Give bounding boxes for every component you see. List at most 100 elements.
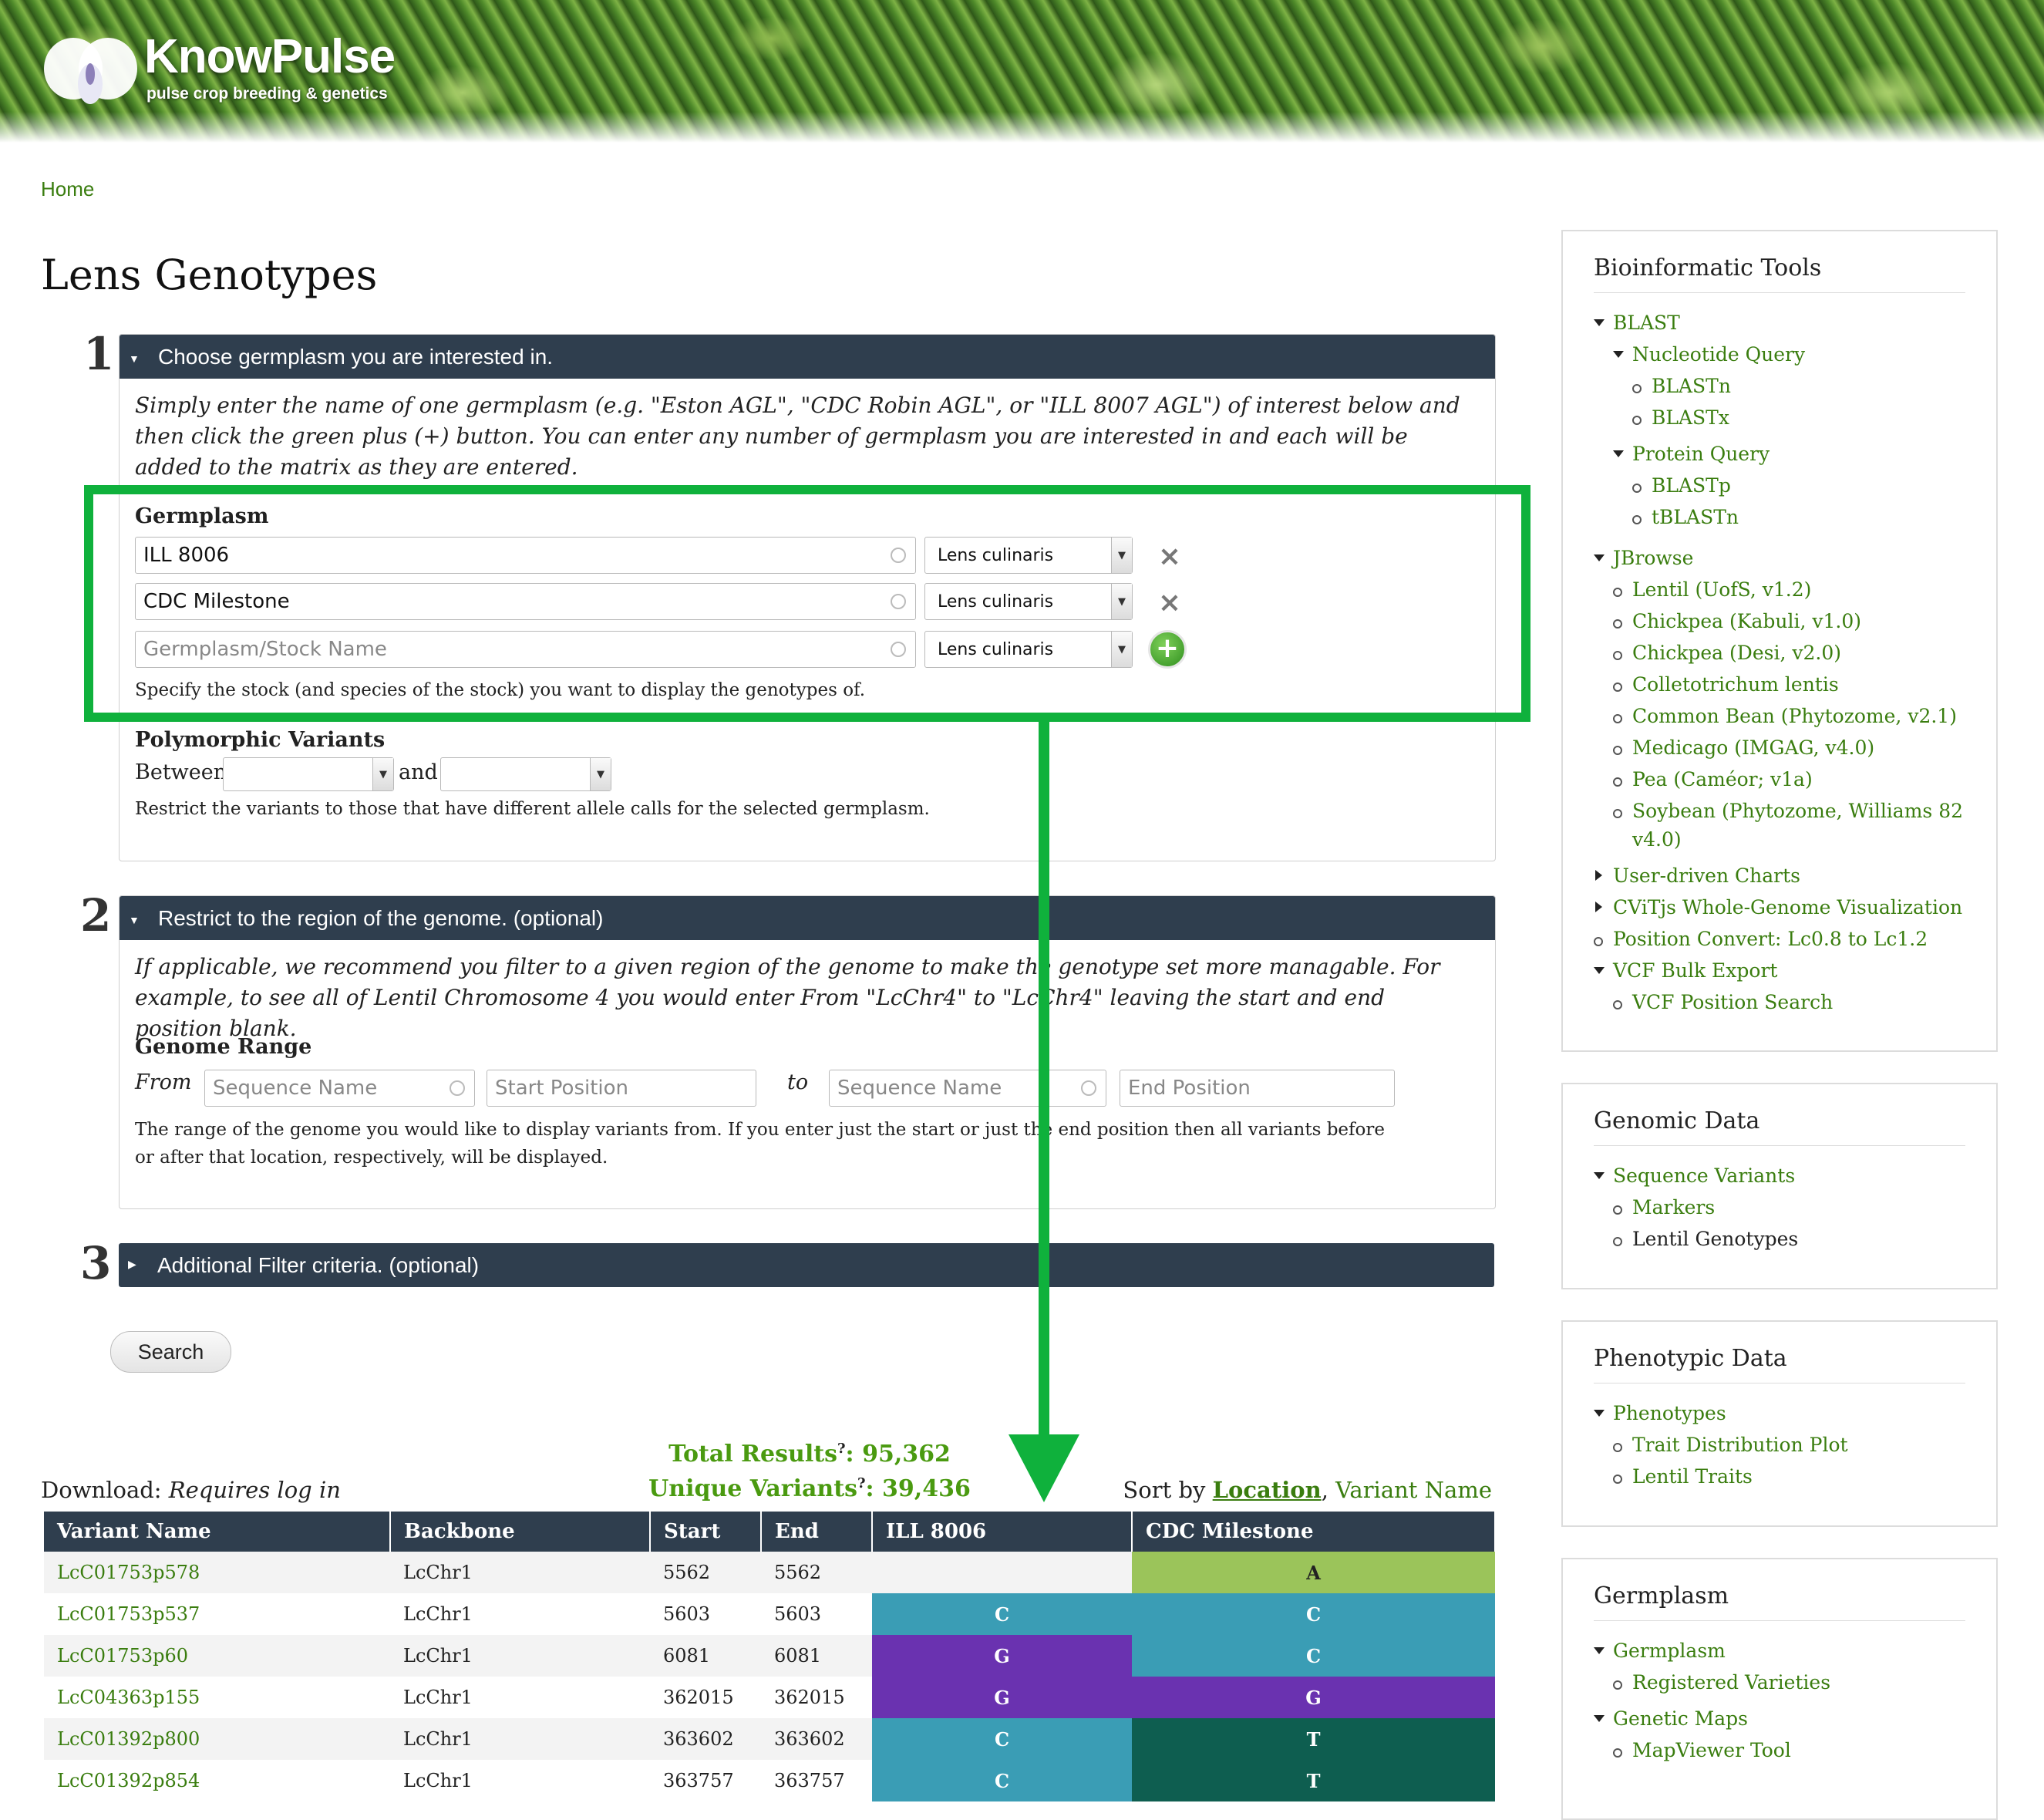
help-question-icon[interactable]: ? [837, 1441, 846, 1457]
sidebar-item-soybean[interactable]: Soybean (Phytozome, Williams 82 v4.0) [1632, 800, 1963, 851]
species-select-2-value: Lens culinaris [938, 592, 1054, 612]
backbone-cell: LcChr1 [390, 1677, 650, 1718]
sidebar-item-lentil-jbrowse[interactable]: Lentil (UofS, v1.2) [1632, 578, 1811, 601]
column-header[interactable]: Variant Name [44, 1512, 391, 1552]
polymorphic-select-2[interactable]: ▼ [440, 757, 611, 791]
column-header[interactable]: ILL 8006 [872, 1512, 1133, 1552]
sidebar-item-tblastn[interactable]: tBLASTn [1652, 506, 1739, 528]
sidebar-item-common-bean[interactable]: Common Bean (Phytozome, v2.1) [1632, 705, 1957, 727]
autocomplete-icon [1081, 1080, 1096, 1096]
search-button[interactable]: Search [110, 1331, 231, 1373]
sidebar-item-pea[interactable]: Pea (Caméor; v1a) [1632, 768, 1813, 790]
column-header[interactable]: CDC Milestone [1132, 1512, 1496, 1552]
between-label: Between [135, 760, 227, 784]
variant-name-link[interactable]: LcC01392p800 [57, 1728, 200, 1750]
sidebar-item-chickpea-desi[interactable]: Chickpea (Desi, v2.0) [1632, 642, 1841, 664]
help-question-icon[interactable]: ? [857, 1475, 866, 1491]
to-sequence-input[interactable]: Sequence Name [829, 1070, 1106, 1107]
sort-variant-link[interactable]: Variant Name [1335, 1477, 1492, 1503]
sidebar-item-vcf-bulk-export[interactable]: VCF Bulk Export [1613, 959, 1777, 982]
sidebar-item-trait-distribution[interactable]: Trait Distribution Plot [1632, 1434, 1848, 1456]
allele-cell-germplasm-2: C [1132, 1635, 1495, 1677]
sidebar-item-nucleotide-query[interactable]: Nucleotide Query [1632, 343, 1805, 366]
unique-variants-label: Unique Variants [648, 1475, 857, 1502]
column-header[interactable]: Start [650, 1512, 762, 1552]
add-germplasm-plus-icon[interactable]: + [1148, 630, 1187, 669]
remove-germplasm-1-icon[interactable]: × [1156, 543, 1184, 571]
variant-name-link[interactable]: LcC01753p578 [57, 1562, 200, 1583]
column-header[interactable]: End [761, 1512, 873, 1552]
start-cell: 363757 [650, 1760, 761, 1801]
polymorphic-select-1[interactable]: ▼ [223, 757, 394, 791]
breadcrumb-home[interactable]: Home [41, 177, 94, 201]
step-3-panel: ▶ Additional Filter criteria. (optional) [119, 1243, 1494, 1287]
allele-cell-germplasm-1: C [872, 1760, 1132, 1801]
sidebar-item-blastx[interactable]: BLASTx [1652, 406, 1729, 429]
sidebar-item-registered-varieties[interactable]: Registered Varieties [1632, 1671, 1830, 1694]
sidebar-item-blastp[interactable]: BLASTp [1652, 474, 1731, 497]
sidebar-item-sequence-variants[interactable]: Sequence Variants [1613, 1164, 1795, 1187]
step-2-header[interactable]: ▼ Restrict to the region of the genome. … [120, 896, 1495, 940]
sidebar-item-user-driven-charts[interactable]: User-driven Charts [1613, 865, 1800, 887]
sidebar-phenotypic-data: Phenotypic Data Phenotypes Trait Distrib… [1561, 1320, 1998, 1527]
sidebar-item-lentil-genotypes[interactable]: Lentil Genotypes [1594, 1223, 1965, 1255]
variant-name-link[interactable]: LcC04363p155 [57, 1687, 200, 1708]
sidebar-item-mapviewer[interactable]: MapViewer Tool [1632, 1739, 1791, 1761]
block-title: Genomic Data [1594, 1107, 1965, 1146]
step-3-header[interactable]: ▶ Additional Filter criteria. (optional) [119, 1243, 1494, 1287]
start-position-input[interactable]: Start Position [487, 1070, 756, 1107]
variant-name-cell: LcC04363p155 [44, 1677, 390, 1718]
species-select-new[interactable]: Lens culinaris ▼ [924, 631, 1133, 668]
site-logo[interactable]: KnowPulse pulse crop breeding & genetics [42, 23, 428, 108]
start-cell: 362015 [650, 1677, 761, 1718]
step-2-header-text: Restrict to the region of the genome. (o… [158, 905, 604, 930]
allele-cell-germplasm-2: C [1132, 1593, 1495, 1635]
block-title: Phenotypic Data [1594, 1345, 1965, 1384]
download-note: Requires log in [168, 1477, 341, 1503]
end-position-input[interactable]: End Position [1120, 1070, 1395, 1107]
sidebar-item-blast[interactable]: BLAST [1613, 312, 1680, 334]
sidebar-item-vcf-position-search[interactable]: VCF Position Search [1632, 991, 1833, 1013]
sort-location-link[interactable]: Location [1213, 1477, 1322, 1503]
backbone-cell: LcChr1 [390, 1718, 650, 1760]
remove-germplasm-2-icon[interactable]: × [1156, 589, 1184, 617]
unique-variants: Unique Variants?: 39,436 [648, 1475, 971, 1502]
variant-name-link[interactable]: LcC01753p60 [57, 1645, 188, 1667]
from-label: From [135, 1070, 192, 1094]
variant-name-link[interactable]: LcC01753p537 [57, 1603, 200, 1625]
step-1-header[interactable]: ▼ Choose germplasm you are interested in… [120, 335, 1495, 379]
sidebar-item-blastn[interactable]: BLASTn [1652, 375, 1731, 397]
column-header[interactable]: Backbone [390, 1512, 651, 1552]
expand-caret-icon: ▶ [128, 1258, 136, 1270]
germplasm-input-1-value: ILL 8006 [143, 544, 230, 567]
sidebar-item-markers[interactable]: Markers [1632, 1196, 1715, 1218]
sidebar-item-genetic-maps[interactable]: Genetic Maps [1613, 1707, 1748, 1730]
start-cell: 363602 [650, 1718, 761, 1760]
sidebar-item-medicago[interactable]: Medicago (IMGAG, v4.0) [1632, 736, 1874, 759]
step-1-description: Simply enter the name of one germplasm (… [135, 393, 1460, 480]
sidebar-item-jbrowse[interactable]: JBrowse [1613, 547, 1693, 569]
sidebar-item-cvitjs[interactable]: CViTjs Whole-Genome Visualization [1613, 896, 1962, 918]
sidebar-item-germplasm[interactable]: Germplasm [1613, 1640, 1726, 1662]
variant-name-cell: LcC01392p854 [44, 1760, 390, 1801]
variant-name-link[interactable]: LcC01392p854 [57, 1770, 200, 1791]
sidebar-item-protein-query[interactable]: Protein Query [1632, 443, 1770, 465]
germplasm-input-new-placeholder: Germplasm/Stock Name [143, 638, 387, 661]
sidebar-item-position-convert[interactable]: Position Convert: Lc0.8 to Lc1.2 [1613, 928, 1928, 950]
from-sequence-input[interactable]: Sequence Name [204, 1070, 475, 1107]
germplasm-input-1[interactable]: ILL 8006 [135, 537, 916, 574]
step-1-number: 1 [83, 328, 115, 380]
germplasm-input-new[interactable]: Germplasm/Stock Name [135, 631, 916, 668]
sidebar-bioinformatic-tools: Bioinformatic Tools BLAST Nucleotide Que… [1561, 230, 1998, 1052]
sidebar-item-colletotrichum[interactable]: Colletotrichum lentis [1632, 673, 1839, 696]
sidebar-item-chickpea-kabuli[interactable]: Chickpea (Kabuli, v1.0) [1632, 610, 1861, 632]
sidebar-item-phenotypes[interactable]: Phenotypes [1613, 1402, 1726, 1424]
germplasm-input-2[interactable]: CDC Milestone [135, 583, 916, 620]
sidebar-genomic-data: Genomic Data Sequence Variants Markers L… [1561, 1083, 1998, 1289]
sidebar-item-lentil-traits[interactable]: Lentil Traits [1632, 1465, 1753, 1488]
table-header-row: Variant Name Backbone Start End ILL 8006… [44, 1512, 1496, 1552]
species-select-2[interactable]: Lens culinaris ▼ [924, 583, 1133, 620]
autocomplete-icon [450, 1080, 465, 1096]
step-1-panel: ▼ Choose germplasm you are interested in… [119, 334, 1496, 861]
species-select-1[interactable]: Lens culinaris ▼ [924, 537, 1133, 574]
